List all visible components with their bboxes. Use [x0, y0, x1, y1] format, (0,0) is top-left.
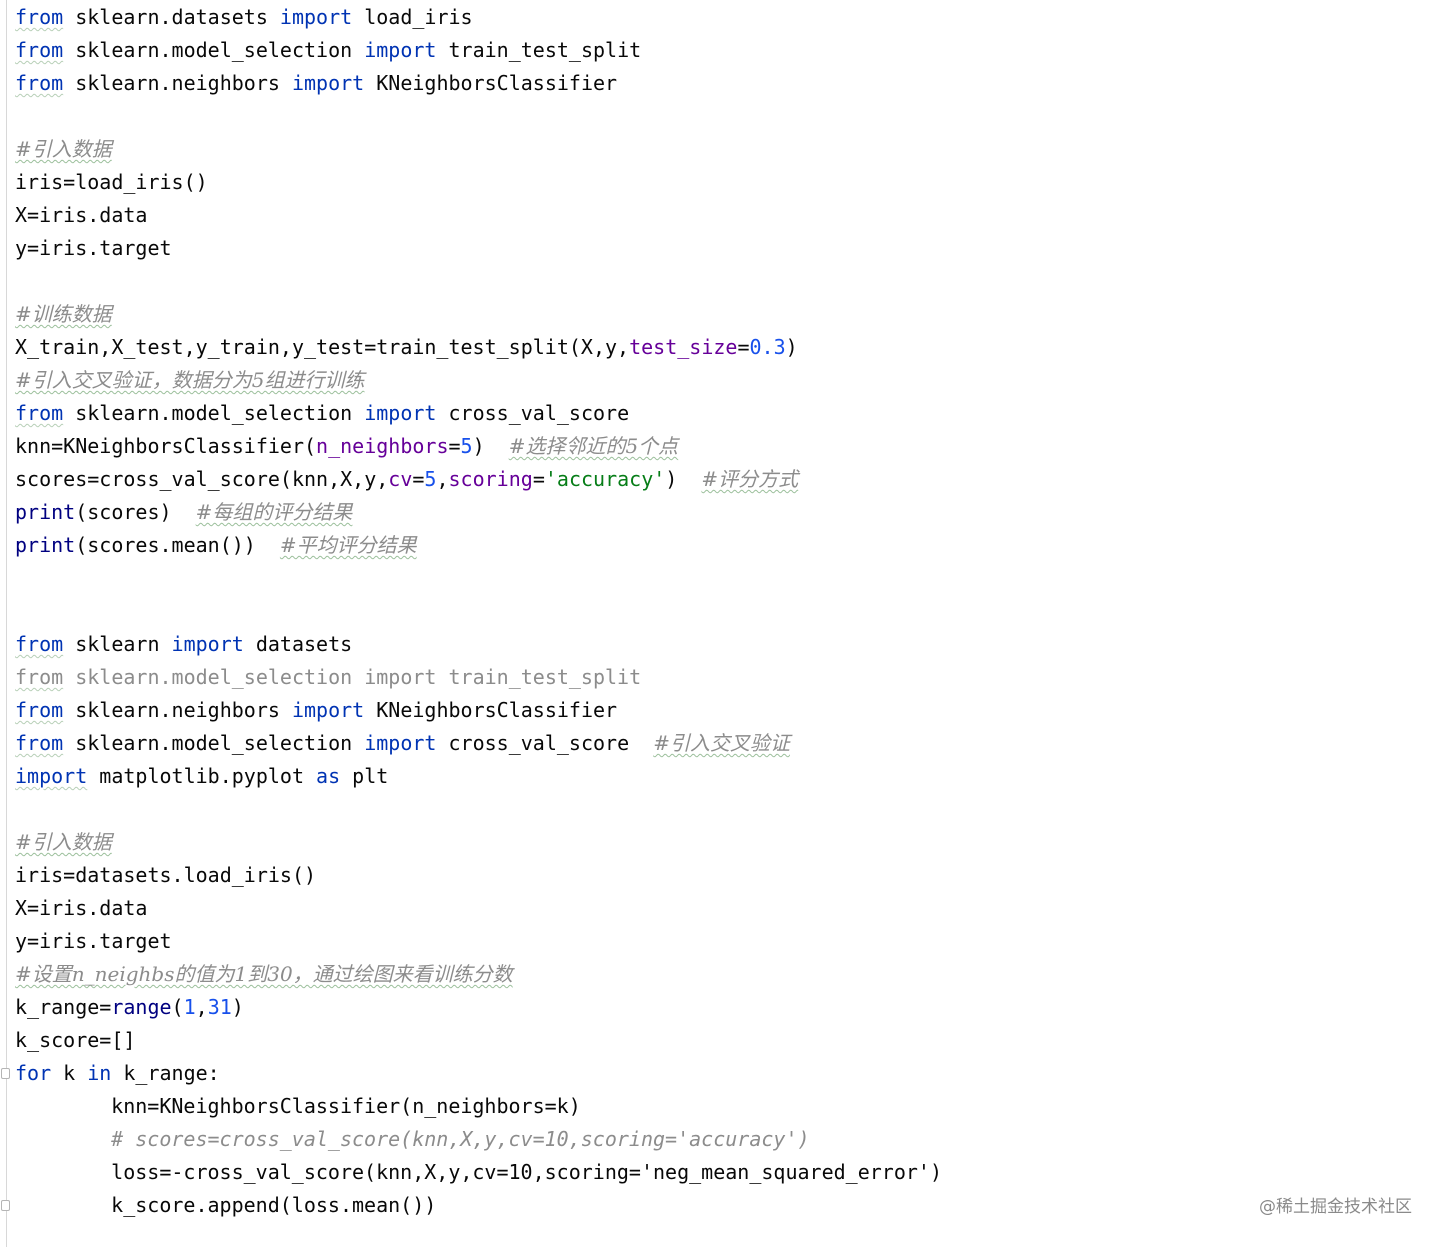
code-line-26[interactable]: #引入数据: [15, 826, 1443, 859]
code-line-21[interactable]: from sklearn.model_selection import trai…: [15, 661, 1443, 694]
code-line-12[interactable]: #引入交叉验证，数据分为5组进行训练: [15, 364, 1443, 397]
code-line-27[interactable]: iris=datasets.load_iris(): [15, 859, 1443, 892]
code-line-13[interactable]: from sklearn.model_selection import cros…: [15, 397, 1443, 430]
code-line-9[interactable]: [15, 265, 1443, 298]
code-line-15[interactable]: scores=cross_val_score(knn,X,y,cv=5,scor…: [15, 463, 1443, 496]
code-line-28[interactable]: X=iris.data: [15, 892, 1443, 925]
fold-icon[interactable]: [1, 1068, 10, 1079]
code-line-14[interactable]: knn=KNeighborsClassifier(n_neighbors=5) …: [15, 430, 1443, 463]
code-line-23[interactable]: from sklearn.model_selection import cros…: [15, 727, 1443, 760]
code-line-29[interactable]: y=iris.target: [15, 925, 1443, 958]
code-line-4[interactable]: [15, 100, 1443, 133]
code-line-2[interactable]: from sklearn.model_selection import trai…: [15, 34, 1443, 67]
code-line-36[interactable]: loss=-cross_val_score(knn,X,y,cv=10,scor…: [15, 1156, 1443, 1189]
code-line-19[interactable]: [15, 595, 1443, 628]
code-line-6[interactable]: iris=load_iris(): [15, 166, 1443, 199]
code-line-1[interactable]: from sklearn.datasets import load_iris: [15, 1, 1443, 34]
code-line-8[interactable]: y=iris.target: [15, 232, 1443, 265]
code-line-25[interactable]: [15, 793, 1443, 826]
fold-icon[interactable]: [1, 1200, 10, 1211]
code-line-16[interactable]: print(scores) #每组的评分结果: [15, 496, 1443, 529]
code-line-22[interactable]: from sklearn.neighbors import KNeighbors…: [15, 694, 1443, 727]
code-line-34[interactable]: knn=KNeighborsClassifier(n_neighbors=k): [15, 1090, 1443, 1123]
code-line-33[interactable]: for k in k_range:: [15, 1057, 1443, 1090]
code-line-30[interactable]: #设置n_neighbs的值为1到30，通过绘图来看训练分数: [15, 958, 1443, 991]
code-line-7[interactable]: X=iris.data: [15, 199, 1443, 232]
code-line-18[interactable]: [15, 562, 1443, 595]
gutter: [6, 0, 7, 1247]
code-line-5[interactable]: #引入数据: [15, 133, 1443, 166]
watermark: @稀土掘金技术社区: [1259, 1197, 1412, 1217]
code-line-11[interactable]: X_train,X_test,y_train,y_test=train_test…: [15, 331, 1443, 364]
code-line-37[interactable]: k_score.append(loss.mean()): [15, 1189, 1443, 1222]
code-line-35[interactable]: # scores=cross_val_score(knn,X,y,cv=10,s…: [15, 1123, 1443, 1156]
code-line-32[interactable]: k_score=[]: [15, 1024, 1443, 1057]
code-line-10[interactable]: #训练数据: [15, 298, 1443, 331]
code-line-3[interactable]: from sklearn.neighbors import KNeighbors…: [15, 67, 1443, 100]
code-line-31[interactable]: k_range=range(1,31): [15, 991, 1443, 1024]
code-area[interactable]: from sklearn.datasets import load_iris f…: [15, 1, 1443, 1222]
code-editor[interactable]: from sklearn.datasets import load_iris f…: [0, 0, 1443, 1247]
code-line-20[interactable]: from sklearn import datasets: [15, 628, 1443, 661]
code-line-24[interactable]: import matplotlib.pyplot as plt: [15, 760, 1443, 793]
code-line-17[interactable]: print(scores.mean()) #平均评分结果: [15, 529, 1443, 562]
